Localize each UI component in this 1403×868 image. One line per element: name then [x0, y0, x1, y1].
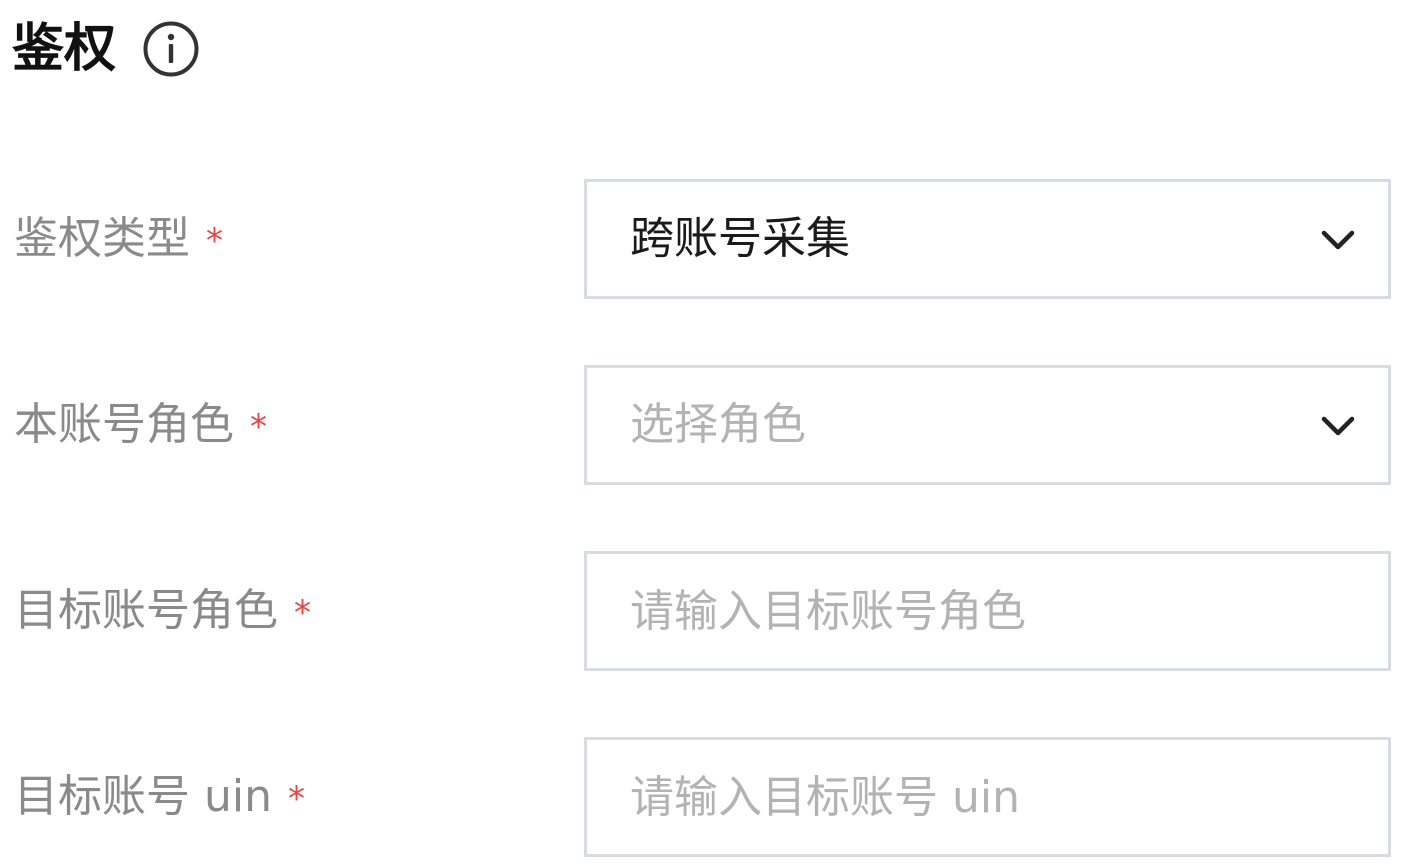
chevron-down-icon — [1321, 230, 1355, 250]
own-role-label: 本账号角色 * — [14, 399, 267, 450]
form-row-own-role: 本账号角色 * 选择角色 — [0, 365, 1403, 485]
target-role-field[interactable] — [584, 551, 1391, 671]
target-role-label: 目标账号角色 * — [14, 585, 311, 636]
auth-type-value: 跨账号采集 — [630, 213, 850, 264]
chevron-down-icon — [1321, 416, 1355, 436]
section-header: 鉴权 — [12, 14, 200, 84]
target-uin-input[interactable] — [630, 740, 1350, 854]
section-title: 鉴权 — [12, 19, 117, 79]
own-role-select[interactable]: 选择角色 — [584, 365, 1391, 485]
required-mark: * — [250, 407, 267, 447]
form-row-target-uin: 目标账号 uin * — [0, 737, 1403, 857]
target-role-input[interactable] — [630, 554, 1350, 668]
target-uin-field[interactable] — [584, 737, 1391, 857]
auth-type-label: 鉴权类型 * — [14, 213, 223, 264]
target-uin-label: 目标账号 uin * — [14, 771, 305, 822]
form-row-auth-type: 鉴权类型 * 跨账号采集 — [0, 179, 1403, 299]
required-mark: * — [287, 779, 305, 819]
own-role-placeholder: 选择角色 — [630, 399, 806, 450]
required-mark: * — [206, 221, 223, 261]
auth-form-panel: 鉴权 鉴权类型 * 跨账号采集 本账号角色 * 选择角色 目标账号角色 * 请输… — [0, 0, 1403, 868]
auth-type-select[interactable]: 跨账号采集 — [584, 179, 1391, 299]
form-row-target-role: 目标账号角色 * — [0, 551, 1403, 671]
required-mark: * — [294, 593, 311, 633]
info-circle-icon[interactable] — [142, 20, 200, 78]
